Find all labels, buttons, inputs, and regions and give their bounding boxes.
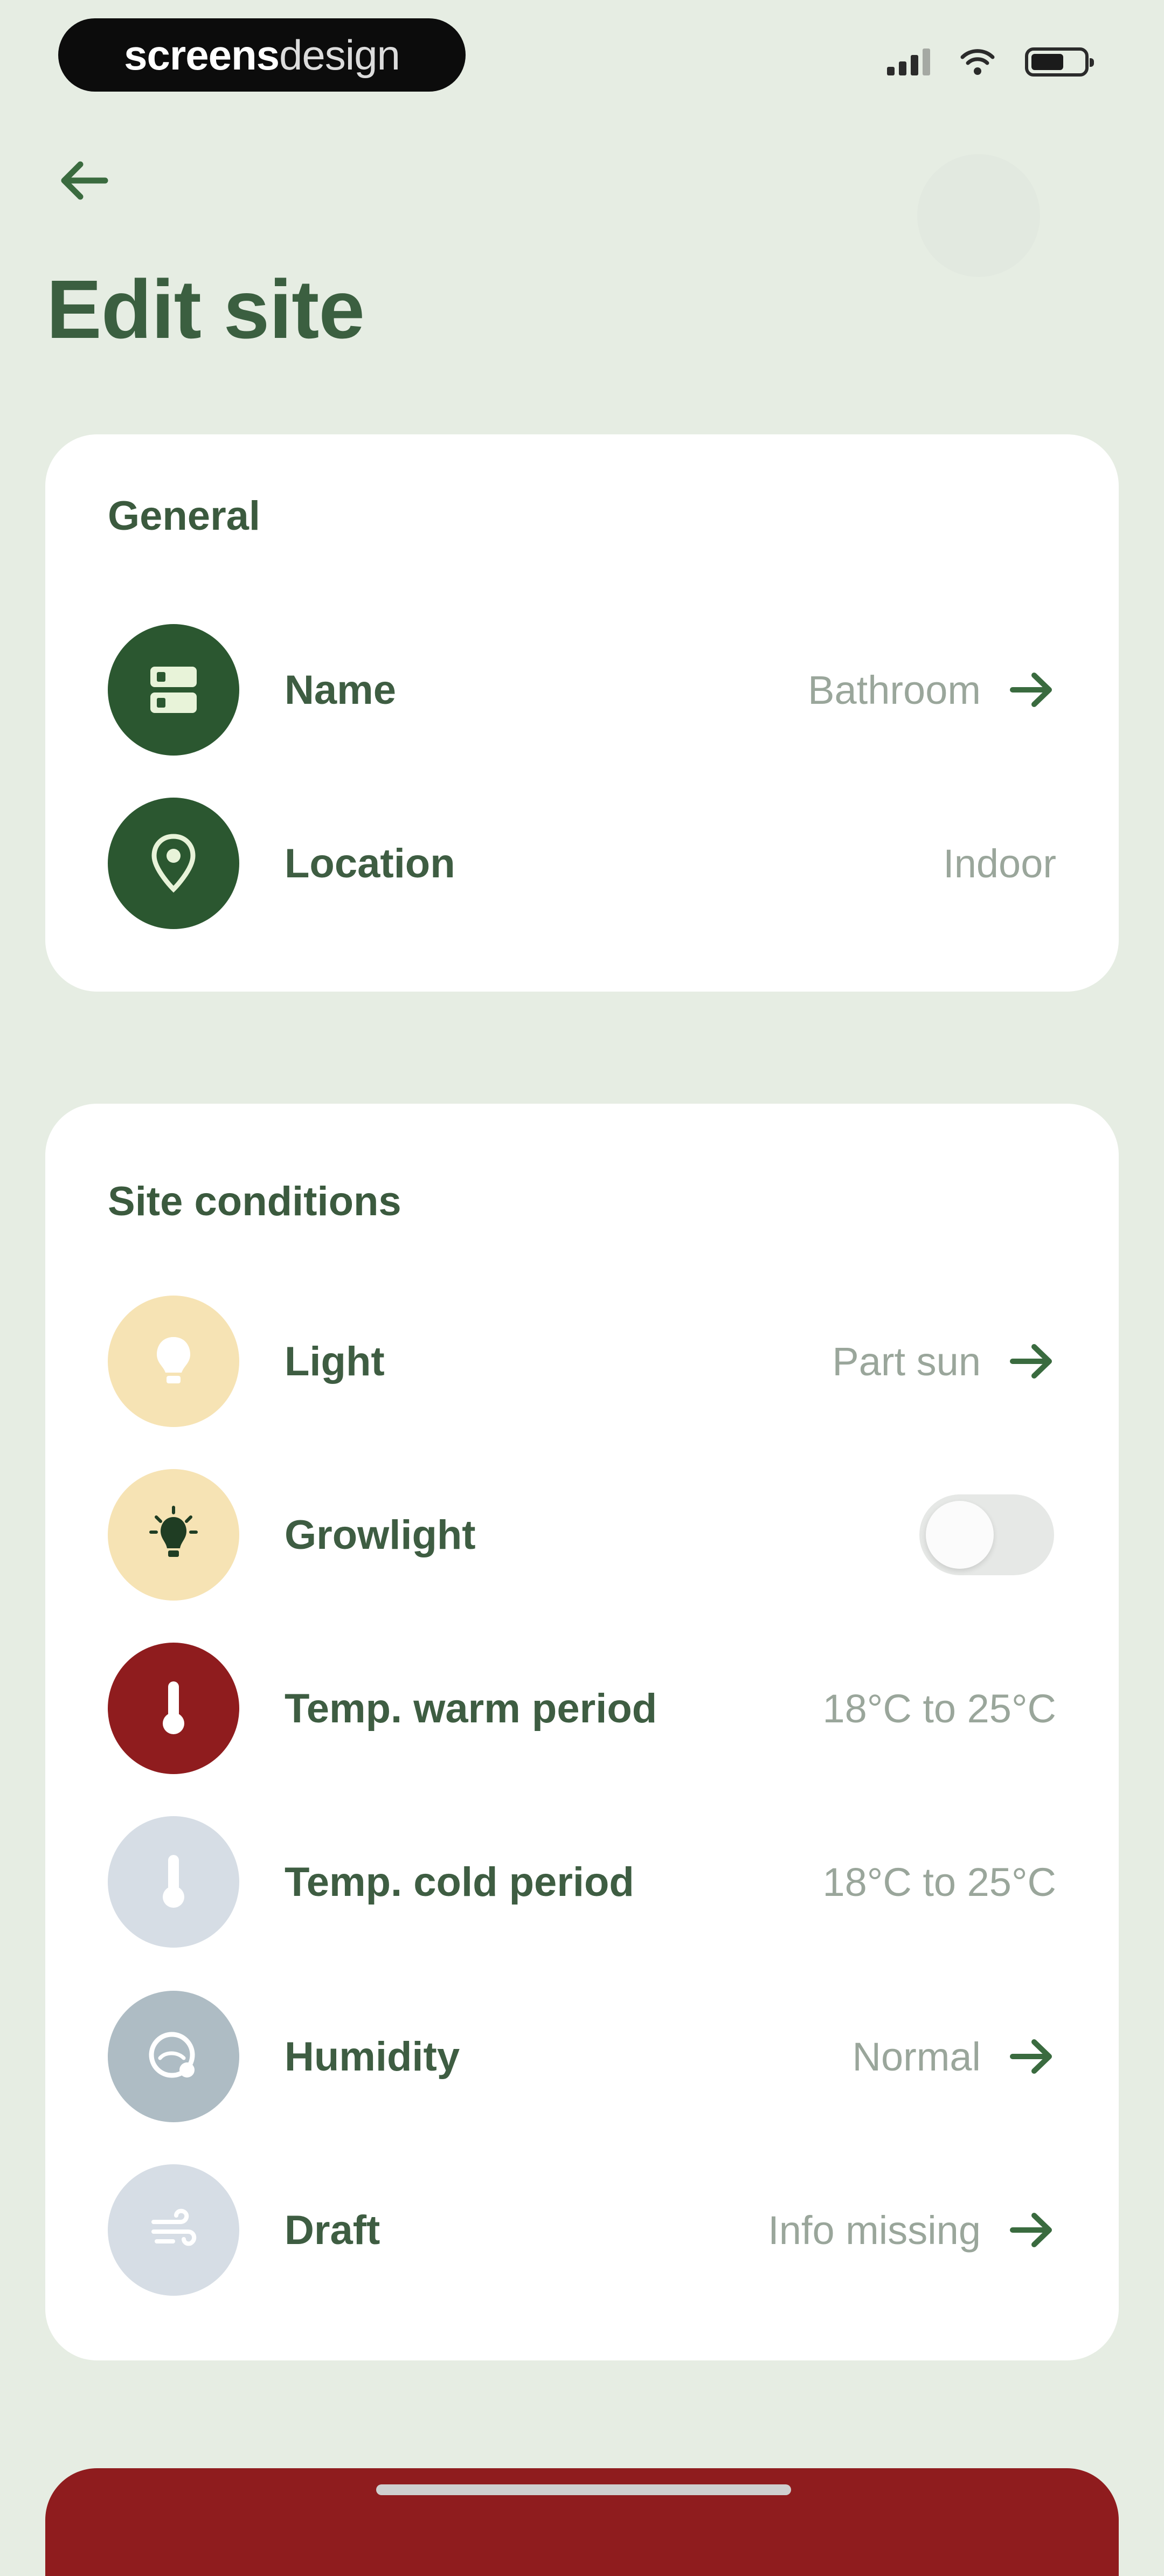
draft-row[interactable]: Draft Info missing	[108, 2164, 1056, 2296]
home-indicator	[376, 2484, 791, 2495]
light-value: Part sun	[832, 1339, 981, 1384]
draft-arrow-icon	[1008, 2206, 1056, 2254]
page-title: Edit site	[46, 263, 365, 356]
temp-warm-row: Temp. warm period 18°C to 25°C	[108, 1643, 1056, 1774]
status-icons	[887, 47, 1094, 77]
name-value: Bathroom	[808, 667, 981, 712]
location-value: Indoor	[943, 841, 1056, 886]
humidity-icon	[108, 1991, 239, 2122]
humidity-arrow-icon	[1008, 2032, 1056, 2081]
brand-logo: screens design	[58, 18, 466, 92]
brand-logo-light: design	[279, 31, 400, 79]
humidity-value: Normal	[852, 2034, 981, 2079]
wifi-icon	[960, 49, 995, 75]
thermometer-warm-icon	[108, 1643, 239, 1774]
site-conditions-card: Site conditions Light Part sun Growlight	[45, 1104, 1119, 2360]
growlight-row: Growlight	[108, 1469, 1056, 1601]
temp-cold-label: Temp. cold period	[285, 1859, 634, 1905]
arrow-left-icon	[61, 161, 108, 200]
status-bar: screens design	[0, 0, 1164, 119]
light-arrow-icon	[1008, 1337, 1056, 1386]
growlight-toggle-knob	[926, 1501, 994, 1569]
site-conditions-title: Site conditions	[108, 1179, 401, 1224]
location-label: Location	[285, 840, 455, 887]
name-arrow-icon	[1008, 666, 1056, 714]
general-section-title: General	[108, 493, 261, 539]
name-row[interactable]: Name Bathroom	[108, 624, 1056, 756]
growlight-label: Growlight	[285, 1512, 476, 1558]
draft-value: Info missing	[768, 2207, 981, 2253]
back-button[interactable]	[54, 151, 113, 210]
temp-cold-value: 18°C to 25°C	[822, 1859, 1056, 1905]
header-avatar[interactable]	[917, 154, 1040, 277]
thermometer-cold-icon	[108, 1816, 239, 1948]
light-row[interactable]: Light Part sun	[108, 1296, 1056, 1427]
growlight-toggle[interactable]	[919, 1494, 1054, 1575]
humidity-row[interactable]: Humidity Normal	[108, 1991, 1056, 2122]
general-card: General Name Bathroom Location Indoor	[45, 434, 1119, 992]
temp-warm-value: 18°C to 25°C	[822, 1686, 1056, 1731]
wind-icon	[108, 2164, 239, 2296]
humidity-label: Humidity	[285, 2033, 460, 2080]
name-icon	[108, 624, 239, 756]
name-label: Name	[285, 667, 396, 713]
temp-cold-row: Temp. cold period 18°C to 25°C	[108, 1816, 1056, 1948]
draft-label: Draft	[285, 2207, 380, 2253]
cellular-signal-icon	[887, 49, 930, 75]
temp-warm-label: Temp. warm period	[285, 1685, 657, 1732]
battery-icon	[1025, 47, 1094, 77]
growlight-icon	[108, 1469, 239, 1601]
location-row[interactable]: Location Indoor	[108, 798, 1056, 929]
location-pin-icon	[108, 798, 239, 929]
light-label: Light	[285, 1338, 385, 1384]
lightbulb-icon	[108, 1296, 239, 1427]
brand-logo-bold: screens	[124, 31, 280, 79]
